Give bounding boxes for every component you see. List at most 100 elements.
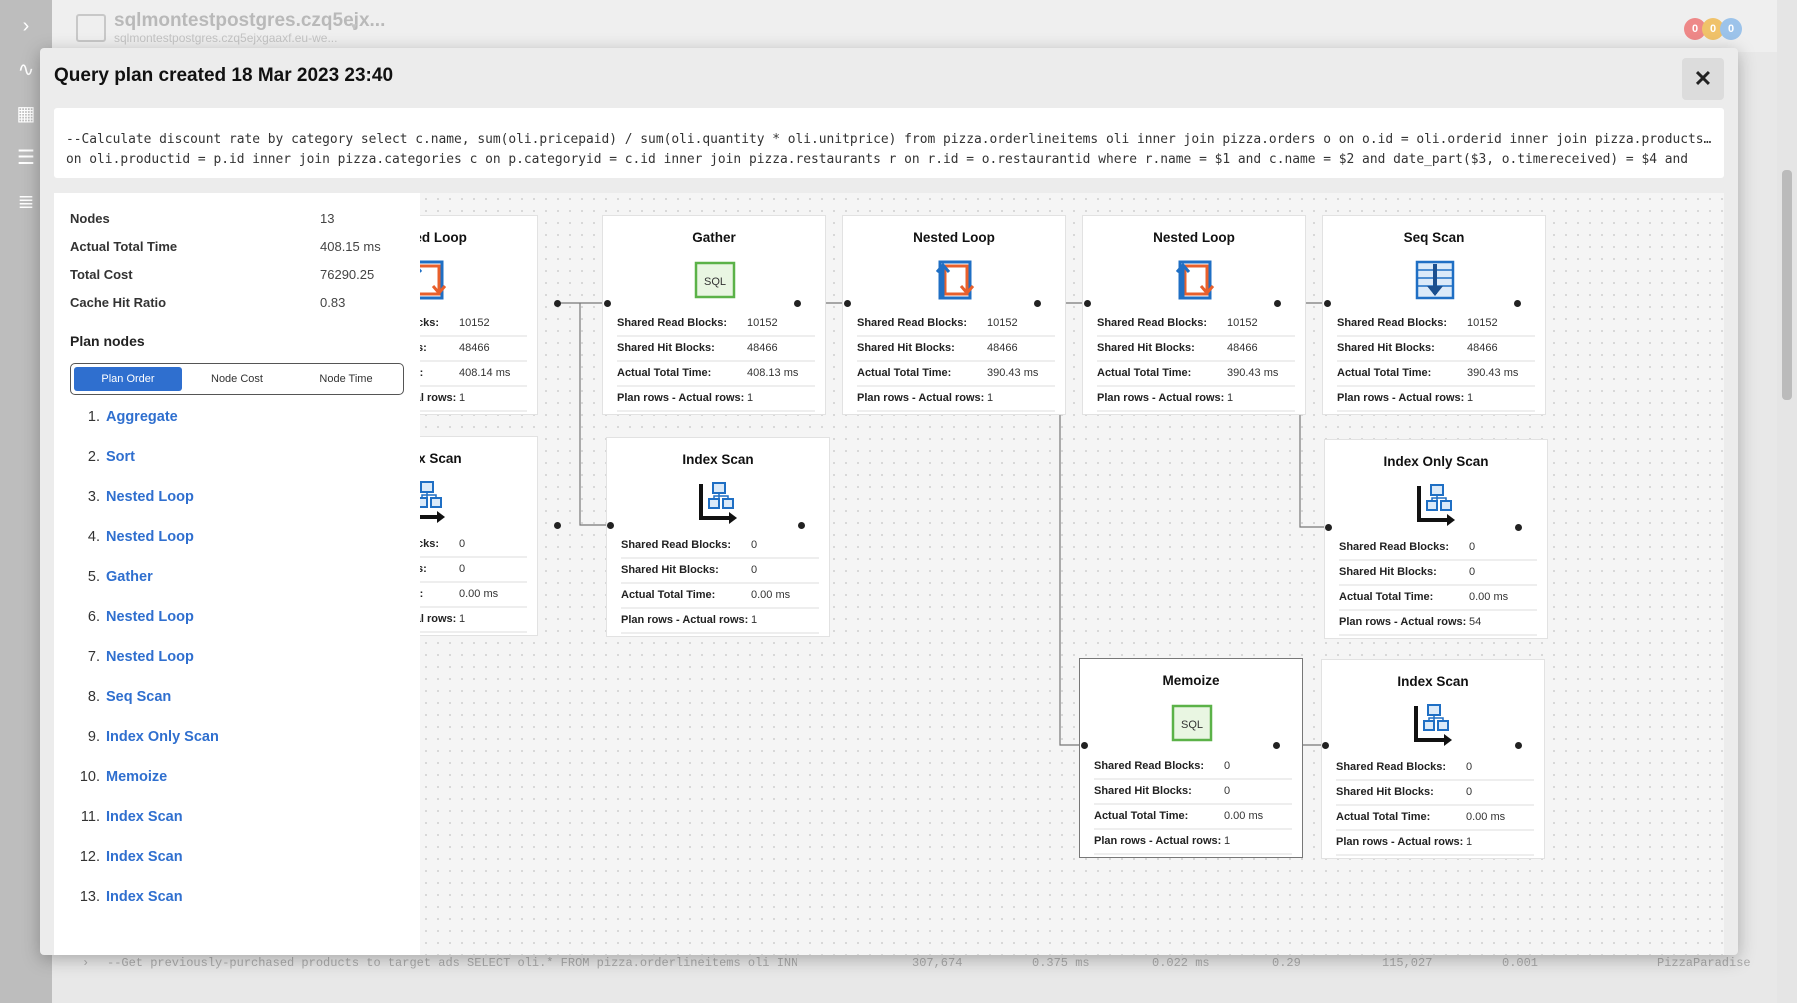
plan-node-link[interactable]: Index Scan [106,849,183,865]
node-metric-value: 1 [987,392,994,404]
stat-value: 76290.25 [320,267,375,282]
node-title: Index Scan [420,451,462,466]
stat-label: Cache Hit Ratio [70,295,167,310]
plan-node-link[interactable]: Nested Loop [106,489,194,505]
plan-node-card[interactable]: Nested LoopShared Read Blocks:10152Share… [842,215,1066,415]
plan-node-card[interactable]: Index ScanShared Read Blocks:0Shared Hit… [606,437,830,637]
node-metric-row: Shared Hit Blocks: 0 [1094,780,1292,805]
node-metrics: Shared Read Blocks: 10152 Shared Hit Block… [617,312,815,412]
plan-node-list-item[interactable]: 10. Memoize [70,769,219,809]
node-metric-label: Actual Total Time: [617,367,712,379]
node-metric-value: 0 [1469,566,1476,578]
node-metric-label: Shared Read Blocks: [1336,761,1447,773]
plan-node-link[interactable]: Index Scan [106,889,183,905]
node-metric-label: Plan rows - Actual rows: [621,614,749,626]
connector-port [1033,299,1041,307]
plan-node-list-item[interactable]: 1. Aggregate [70,409,219,449]
row-avg-duration: 0.375 ms [1032,956,1090,970]
plan-node-list-item[interactable]: 7. Nested Loop [70,649,219,689]
node-metric-label: Shared Read Blocks: [857,317,968,329]
node-metric-row: Actual Total Time: 0.00 ms [420,583,527,608]
connector-port [553,521,561,529]
connector-port [1083,299,1091,307]
plan-node-link[interactable]: Seq Scan [106,689,171,705]
tab-node-time[interactable]: Node Time [292,367,400,391]
plan-node-link[interactable]: Memoize [106,769,167,785]
plan-nodes-heading: Plan nodes [70,333,145,349]
activity-icon[interactable]: ∿ [14,58,38,82]
stat-cache-hit-ratio: Cache Hit Ratio 0.83 [70,295,400,323]
plan-node-list-item[interactable]: 11. Index Scan [70,809,219,849]
plan-node-list-item[interactable]: 2. Sort [70,449,219,489]
node-metric-value: 1 [1466,836,1473,848]
plan-node-list-item[interactable]: 6. Nested Loop [70,609,219,649]
connector-port [1324,523,1332,531]
node-metric-label: Shared Hit Blocks: [420,342,427,354]
plan-node-list-item[interactable]: 5. Gather [70,569,219,609]
plan-node-link[interactable]: Aggregate [106,409,178,425]
node-metric-row: Shared Read Blocks: 0 [420,533,527,558]
node-metric-value: 1 [1467,392,1474,404]
caret-down-icon[interactable]: ▼ [349,22,359,33]
node-title: Seq Scan [1403,230,1465,245]
plan-node-card[interactable]: Memoize SQL Shared Read Blocks: 0 Shared Hit… [1079,658,1303,858]
plan-node-list-item[interactable]: 4. Nested Loop [70,529,219,569]
alert-count-badge[interactable]: 0 [1720,18,1742,40]
node-metric-label: Shared Hit Blocks: [857,342,955,354]
plan-node-link[interactable]: Sort [106,449,135,465]
server-name[interactable]: sqlmontestpostgres.czq5ejx... [114,10,385,32]
plan-node-link[interactable]: Nested Loop [106,649,194,665]
node-metrics: Shared Read Blocks: 0 Shared Hit Blocks: 0 A… [420,533,527,633]
node-metric-row: Actual Total Time: 0.00 ms [1339,586,1537,611]
list-icon[interactable]: ☰ [14,146,38,170]
tab-node-cost[interactable]: Node Cost [183,367,291,391]
close-button[interactable]: ✕ [1682,58,1724,100]
plan-order-toggle: Plan Order Node Cost Node Time [70,363,404,395]
table-icon[interactable]: ▦ [14,102,38,126]
node-metric-value: 10152 [459,317,490,329]
node-metric-label: Actual Total Time: [1337,367,1432,379]
plan-node-card[interactable]: Nested LoopShared Read Blocks:10152Share… [1082,215,1306,415]
page-scrollbar[interactable] [1777,0,1797,1003]
node-metric-row: Plan rows - Actual rows:1 [857,387,1055,412]
node-metric-row: Shared Read Blocks: 0 [621,534,819,559]
node-metric-row: Shared Read Blocks: 10152 [617,312,815,337]
node-metric-label: Shared Hit Blocks: [621,564,719,576]
plan-node-list: 1. Aggregate 2. Sort 3. Nested Loop 4. Nested L… [70,409,219,929]
plan-node-list-item[interactable]: 8. Seq Scan [70,689,219,729]
plan-node-card[interactable]: Index Only Scan Shared Read Blocks: 0 Share… [1324,439,1548,639]
expand-chevron-icon[interactable]: › [14,14,38,38]
node-metric-value: 1 [1227,392,1234,404]
node-metrics: Shared Read Blocks: 10152 Shared Hit Block… [857,312,1055,412]
plan-node-card[interactable]: Index Scan Shared Read Blocks:0Shared Hit… [420,436,538,636]
plan-node-link[interactable]: Nested Loop [106,609,194,625]
expand-row-icon[interactable]: › [82,956,89,970]
plan-node-list-item[interactable]: 13. Index Scan [70,889,219,929]
node-metric-label: Shared Hit Blocks: [1097,342,1195,354]
modal-title: Query plan created 18 Mar 2023 23:40 [54,65,394,86]
row-avg-cpu: 0.022 ms [1152,956,1210,970]
plan-node-list-item[interactable]: 3. Nested Loop [70,489,219,529]
stat-value: 13 [320,211,335,226]
sql-text-box[interactable]: --Calculate discount rate by category se… [54,108,1724,178]
tab-plan-order[interactable]: Plan Order [74,367,182,391]
plan-node-link[interactable]: Index Only Scan [106,729,219,745]
plan-node-card[interactable]: Seq Scan Shared Read Blocks: 10152 Shared H… [1322,215,1546,415]
plan-graph-canvas[interactable]: Nested LoopShared Read Blocks:10152Share… [420,193,1724,955]
plan-node-list-item[interactable]: 12. Index Scan [70,849,219,889]
scrollbar-thumb[interactable] [1782,170,1792,400]
node-metric-label: Plan rows - Actual rows: [1339,616,1467,628]
node-metric-label: Shared Read Blocks: [621,539,732,551]
plan-node-card[interactable]: Nested LoopShared Read Blocks:10152Share… [420,215,538,415]
plan-node-card[interactable]: Index ScanShared Read Blocks:0Shared Hit… [1321,659,1545,859]
node-metric-row: Shared Read Blocks: 10152 [1337,312,1535,337]
database-list-icon[interactable]: ≣ [14,190,38,214]
plan-node-card[interactable]: Gather SQL Shared Read Blocks: 10152 Shared … [602,215,826,415]
node-metric-row: Actual Total Time: 0.00 ms [1336,806,1534,831]
plan-node-link[interactable]: Nested Loop [106,529,194,545]
node-metric-label: Shared Read Blocks: [617,317,728,329]
plan-node-list-item[interactable]: 9. Index Only Scan [70,729,219,769]
plan-node-link[interactable]: Index Scan [106,809,183,825]
plan-node-link[interactable]: Gather [106,569,153,585]
node-metric-row: Shared Hit Blocks: 0 [1339,561,1537,586]
